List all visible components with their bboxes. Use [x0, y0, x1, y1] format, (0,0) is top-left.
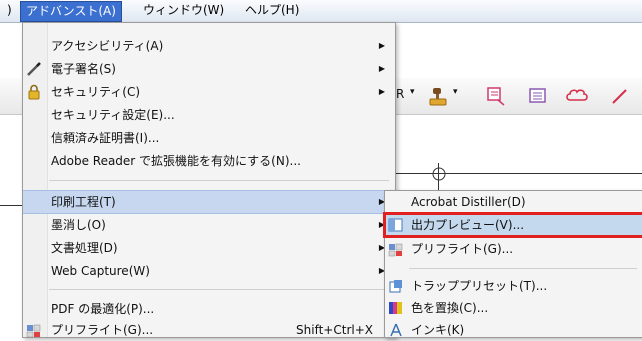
menu-bar: ) アドバンスト(A) ウィンドウ(W) ヘルプ(H)	[0, 0, 642, 23]
toolbar-r-label[interactable]: R	[396, 87, 404, 101]
menu-item-label: 印刷工程(T)	[51, 195, 116, 209]
menu-item-preflight[interactable]: プリフライト(G)... Shift+Ctrl+X	[23, 319, 395, 341]
menu-item-label: プリフライト(G)...	[51, 323, 154, 337]
shortcut-label: Shift+Ctrl+X	[296, 323, 373, 337]
pen-icon	[27, 62, 41, 76]
submenu-arrow-icon: ▶	[378, 87, 385, 96]
menu-item-security[interactable]: セキュリティ(C) ▶	[23, 81, 395, 103]
submenu-item-inks[interactable]: インキ(K)	[385, 319, 642, 341]
submenu-item-preflight[interactable]: プリフライト(G)...	[385, 238, 642, 260]
document-line	[0, 205, 22, 206]
menu-item-label: アクセシビリティ(A)	[51, 39, 164, 53]
toolbar-dropdown-icon[interactable]: ▾	[410, 87, 415, 97]
submenu-item-label: インキ(K)	[411, 323, 465, 337]
submenu-item-acrobat-distiller[interactable]: Acrobat Distiller(D)	[385, 191, 642, 213]
menu-item-digital-signature[interactable]: 電子署名(S) ▶	[23, 58, 395, 80]
menu-item-label: Adobe Reader で拡張機能を有効にする(N)...	[51, 154, 301, 168]
menu-item-enable-extended-features[interactable]: Adobe Reader で拡張機能を有効にする(N)...	[23, 150, 395, 172]
menu-item-web-capture[interactable]: Web Capture(W) ▶	[23, 260, 395, 282]
menu-item-label: PDF の最適化(P)...	[51, 302, 155, 316]
menubar-item-help[interactable]: ヘルプ(H)	[240, 1, 304, 20]
menu-item-print-production[interactable]: 印刷工程(T) ▶	[23, 190, 395, 214]
submenu-item-trap-presets[interactable]: トラッププリセット(T)...	[385, 275, 642, 297]
menu-separator	[49, 180, 389, 181]
menu-item-label: Web Capture(W)	[51, 264, 150, 278]
advanced-menu: アクセシビリティ(A) ▶ 電子署名(S) ▶ セキュリティ(C) ▶ セキュリ…	[22, 22, 396, 338]
menubar-item-prev[interactable]: )	[2, 1, 17, 20]
preflight-icon	[388, 243, 403, 257]
menu-item-label: セキュリティ設定(E)...	[51, 108, 175, 122]
print-production-submenu: Acrobat Distiller(D) 出力プレビュー(V)... プリフライ…	[383, 190, 642, 341]
menu-item-document-processing[interactable]: 文書処理(D) ▶	[23, 237, 395, 259]
menu-item-label: 電子署名(S)	[51, 62, 116, 76]
submenu-item-label: 出力プレビュー(V)...	[411, 218, 525, 232]
menu-item-security-settings[interactable]: セキュリティ設定(E)...	[23, 104, 395, 126]
crosshair-mark	[432, 167, 446, 181]
menu-item-label: セキュリティ(C)	[51, 85, 141, 99]
menubar-item-advanced[interactable]: アドバンスト(A)	[20, 1, 122, 22]
menu-item-optimize-pdf[interactable]: PDF の最適化(P)...	[23, 298, 395, 320]
menu-item-redaction[interactable]: 墨消し(O) ▶	[23, 214, 395, 236]
replace-colors-icon	[389, 302, 402, 314]
menubar-item-window[interactable]: ウィンドウ(W)	[138, 1, 229, 20]
submenu-item-replace-colors[interactable]: 色を置換(C)...	[385, 297, 642, 319]
trap-presets-icon	[389, 280, 402, 293]
text-box-icon[interactable]	[528, 86, 548, 106]
cloud-icon[interactable]	[565, 86, 589, 106]
submenu-item-label: 色を置換(C)...	[411, 301, 489, 315]
menu-item-label: 墨消し(O)	[51, 218, 106, 232]
pencil-icon[interactable]	[610, 86, 630, 106]
menu-separator	[409, 268, 637, 269]
menu-item-label: 信頼済み証明書(I)...	[51, 131, 160, 145]
stamp-icon[interactable]	[428, 86, 450, 108]
submenu-arrow-icon: ▶	[378, 41, 385, 50]
submenu-item-label: Acrobat Distiller(D)	[411, 195, 526, 209]
submenu-item-output-preview[interactable]: 出力プレビュー(V)...	[383, 212, 642, 238]
submenu-item-label: トラッププリセット(T)...	[411, 279, 548, 293]
menu-item-trusted-certificates[interactable]: 信頼済み証明書(I)...	[23, 127, 395, 149]
menu-item-accessibility[interactable]: アクセシビリティ(A) ▶	[23, 35, 395, 57]
callout-icon[interactable]	[486, 86, 506, 106]
output-preview-icon	[388, 218, 403, 232]
submenu-arrow-icon: ▶	[378, 64, 385, 73]
stamp-dropdown-icon[interactable]: ▾	[453, 87, 458, 97]
lock-icon	[28, 84, 40, 100]
submenu-item-label: プリフライト(G)...	[411, 242, 514, 256]
menu-item-label: 文書処理(D)	[51, 241, 118, 255]
menu-separator	[49, 289, 389, 290]
